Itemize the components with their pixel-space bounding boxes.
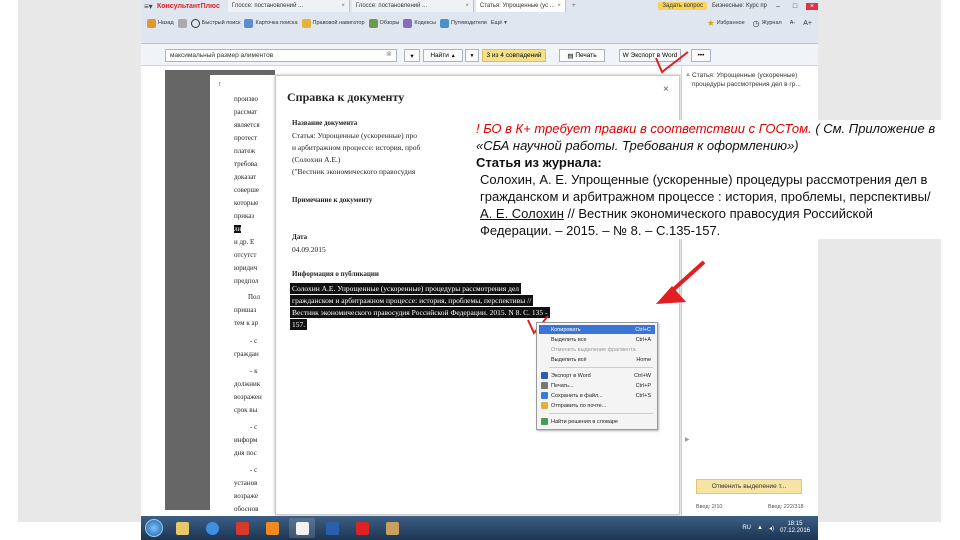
context-menu: Копировать Ctrl+C Выделить все Ctrl+A Отме… xyxy=(536,322,658,430)
menu-item-copy[interactable]: Копировать Ctrl+C xyxy=(539,325,655,334)
download-icon xyxy=(235,521,249,535)
taskbar: RU ▲ ◂) 18:15 07.12.2016 xyxy=(141,516,818,540)
checkmark-icon xyxy=(655,51,689,74)
taskbar-app-download[interactable] xyxy=(229,518,255,538)
ie-icon xyxy=(205,521,219,535)
system-tray: RU ▲ ◂) 18:15 07.12.2016 xyxy=(742,521,818,535)
pdf-icon xyxy=(355,521,369,535)
viewer-icon xyxy=(385,521,399,535)
taskbar-app-ie[interactable] xyxy=(199,518,225,538)
start-button[interactable] xyxy=(145,519,163,537)
word-icon xyxy=(325,521,339,535)
taskbar-app-word[interactable] xyxy=(319,518,345,538)
media-icon xyxy=(265,521,279,535)
dictionary-icon xyxy=(541,418,548,425)
menu-item-save-file[interactable]: Сохранить в файл... Ctrl+S xyxy=(539,391,655,400)
menu-item-select-all[interactable]: Выделить все Ctrl+A xyxy=(539,335,655,344)
menu-separator xyxy=(549,413,653,414)
mail-icon xyxy=(541,402,548,409)
menu-item-dictionary[interactable]: Найти решения в словаре xyxy=(539,417,655,426)
menu-item-send-mail[interactable]: Отправить по почте... xyxy=(539,401,655,410)
arrow-head-icon xyxy=(656,286,686,304)
taskbar-app-pdf[interactable] xyxy=(349,518,375,538)
folder-icon xyxy=(175,521,189,535)
menu-item-export-word[interactable]: Экспорт в Word Ctrl+W xyxy=(539,371,655,380)
menu-separator xyxy=(549,367,653,368)
menu-item-cancel-fragment[interactable]: Отменить выделение фрагмента xyxy=(539,345,655,354)
slide: ≡▾ КонсультантПлюс Глоссе: постановлений… xyxy=(0,0,960,540)
taskbar-app-explorer[interactable] xyxy=(169,518,195,538)
printer-icon xyxy=(541,382,548,389)
app-icon xyxy=(295,521,309,535)
volume-icon[interactable]: ◂) xyxy=(769,525,774,532)
taskbar-app-viewer[interactable] xyxy=(379,518,405,538)
menu-item-select-all-home[interactable]: Выделить всё Home xyxy=(539,355,655,364)
taskbar-app-media[interactable] xyxy=(259,518,285,538)
annotation-marks xyxy=(527,51,706,335)
save-icon xyxy=(541,392,548,399)
clock[interactable]: 18:15 07.12.2016 xyxy=(780,521,810,535)
language-indicator[interactable]: RU xyxy=(742,525,751,531)
word-icon xyxy=(541,372,548,379)
taskbar-app-consultant[interactable] xyxy=(289,518,315,538)
network-icon[interactable]: ▲ xyxy=(757,525,763,531)
menu-item-print[interactable]: Печать... Ctrl+P xyxy=(539,381,655,390)
